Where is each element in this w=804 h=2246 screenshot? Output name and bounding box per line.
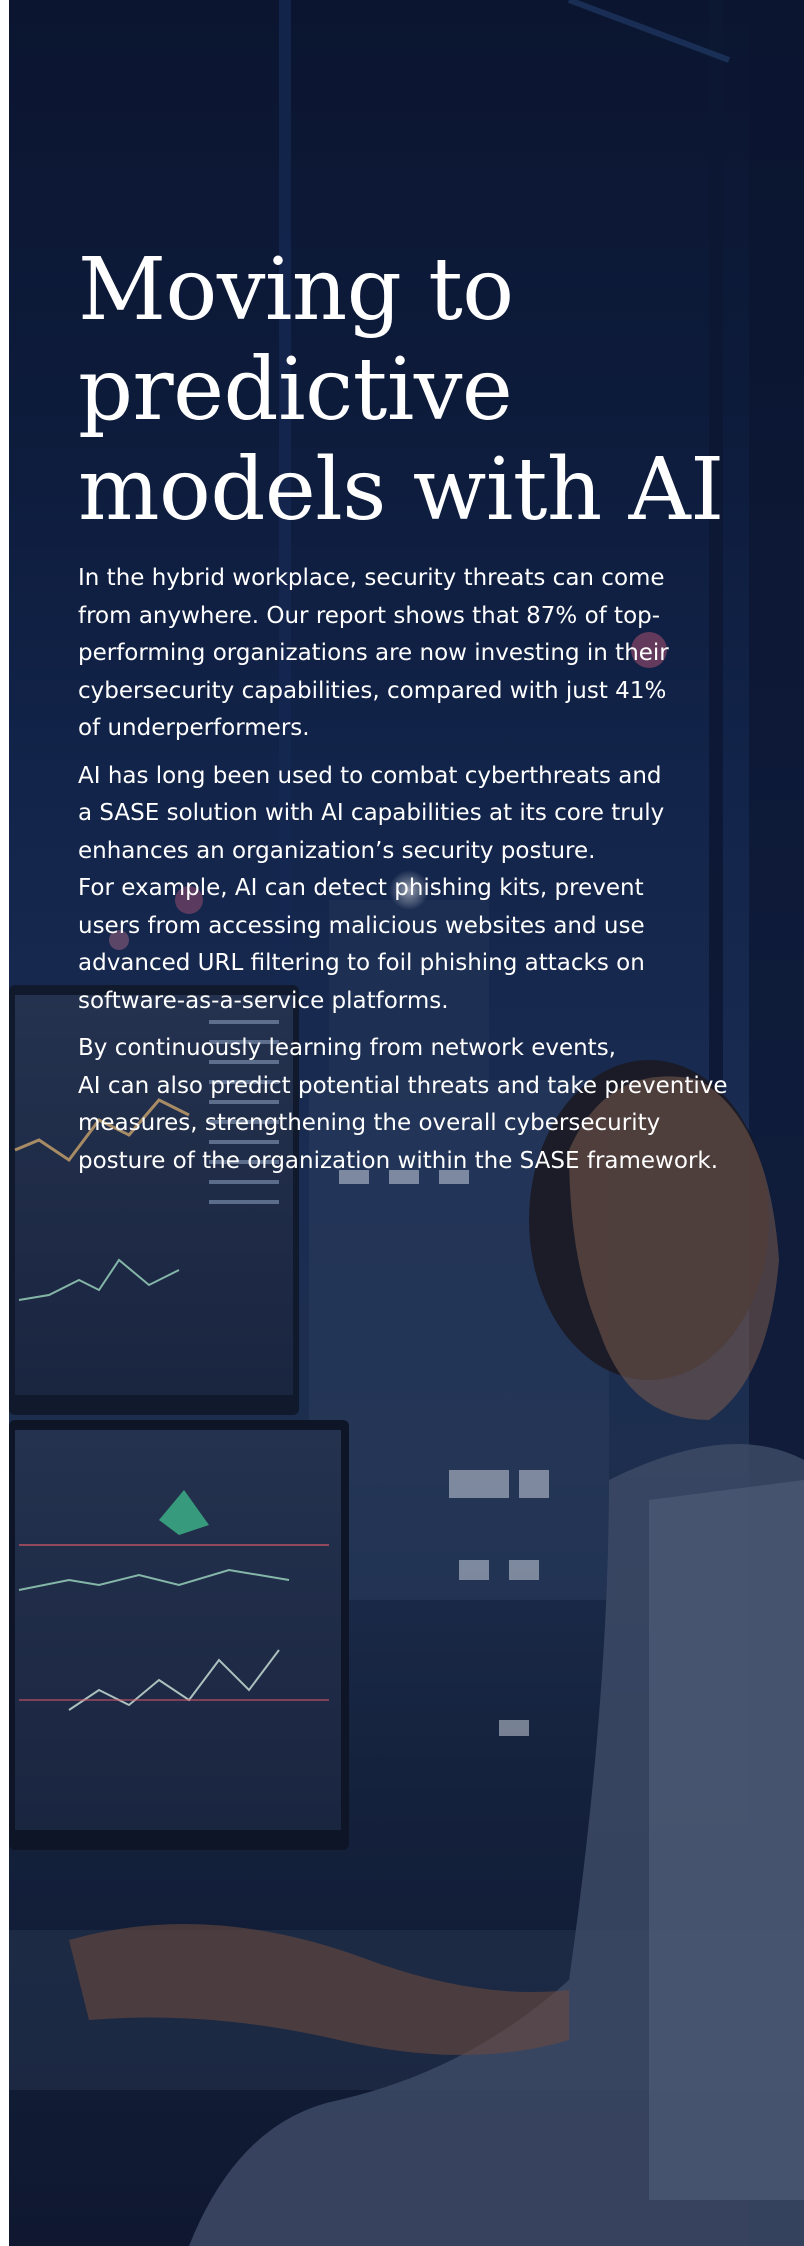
text-line: AI has long been used to combat cyberthr… — [78, 762, 662, 789]
text-line: a SASE solution with AI capabilities at … — [78, 800, 665, 826]
paragraph-ai-sase: AI has long been used to combat cyberthr… — [78, 758, 718, 1021]
page: Moving to predictive models with AI In t… — [0, 0, 804, 2246]
text-line: AI can also predict potential threats an… — [78, 1072, 728, 1099]
text-line: enhances an organization’s security post… — [78, 837, 596, 864]
text-line: measures, strengthening the overall cybe… — [78, 1110, 661, 1136]
paragraph-hybrid-workplace: In the hybrid workplace, security threat… — [78, 560, 718, 748]
text-line: users from accessing malicious websites … — [78, 912, 645, 939]
text-line: software-as-a-service platforms. — [78, 987, 449, 1014]
text-line: of underperformers. — [78, 715, 310, 741]
body-text: In the hybrid workplace, security threat… — [78, 560, 728, 1180]
title-line: models with AI — [78, 440, 724, 540]
text-line: from anywhere. Our report shows that 87%… — [78, 602, 661, 629]
text-line: By continuously learning from network ev… — [78, 1035, 616, 1061]
text-line: In the hybrid workplace, security threat… — [78, 565, 665, 591]
article-content: Moving to predictive models with AI In t… — [78, 240, 728, 1180]
title-line: Moving to — [78, 240, 514, 340]
text-line: For example, AI can detect phishing kits… — [78, 875, 644, 901]
text-line: advanced URL filtering to foil phishing … — [78, 950, 645, 976]
page-title: Moving to predictive models with AI — [78, 240, 724, 540]
text-line: posture of the organization within the S… — [78, 1147, 719, 1174]
text-line: cybersecurity capabilities, compared wit… — [78, 677, 667, 704]
text-line: performing organizations are now investi… — [78, 640, 669, 666]
paragraph-continuous-learning: By continuously learning from network ev… — [78, 1030, 728, 1180]
title-line: predictive — [78, 340, 513, 440]
